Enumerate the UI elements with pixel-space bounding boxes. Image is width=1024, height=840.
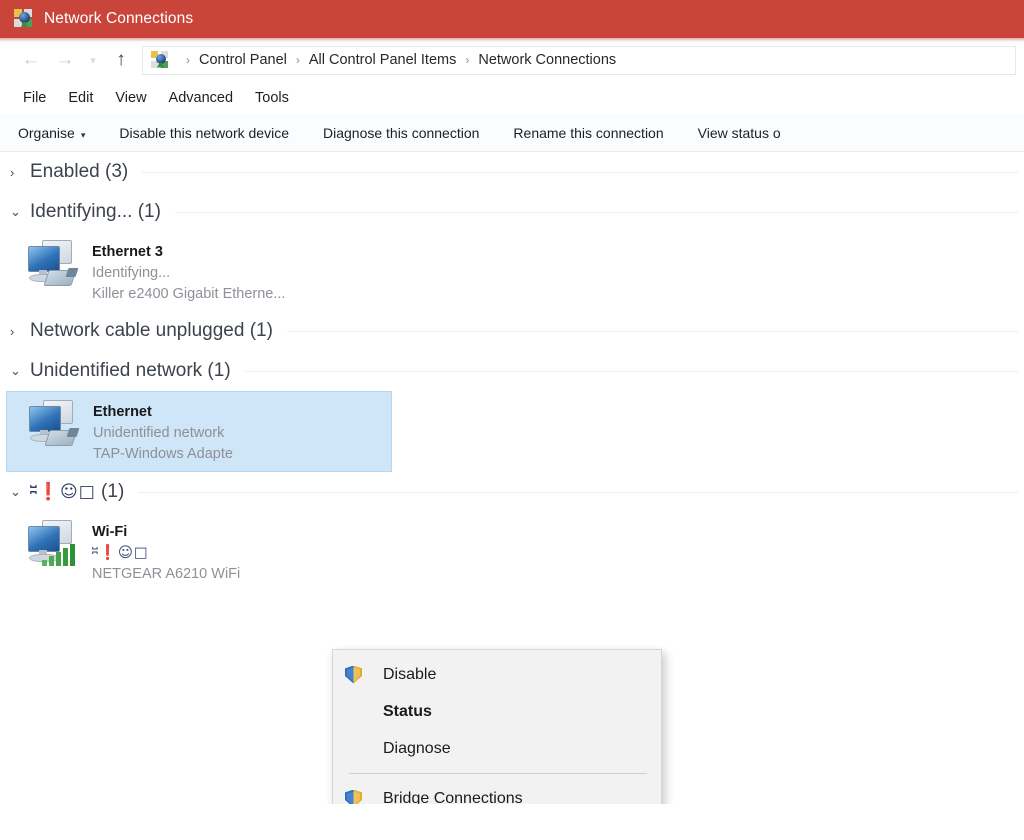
- connection-status: Identifying...: [92, 263, 285, 284]
- context-menu-label: Bridge Connections: [383, 790, 523, 805]
- menu-tools[interactable]: Tools: [244, 87, 300, 109]
- chevron-down-icon[interactable]: ⌄: [10, 363, 30, 379]
- chevron-right-icon[interactable]: ›: [10, 324, 30, 339]
- group-label: ⎶❗☺□ (1): [30, 481, 124, 503]
- connection-name: Ethernet: [93, 402, 233, 423]
- organise-button[interactable]: Organise ▾: [18, 125, 85, 141]
- window-titlebar: Network Connections: [0, 0, 1024, 38]
- group-rule: [175, 212, 1018, 213]
- context-menu-item-bridge-connections[interactable]: Bridge Connections: [333, 780, 661, 804]
- address-bar[interactable]: › Control Panel › All Control Panel Item…: [142, 46, 1016, 75]
- chevron-right-icon[interactable]: ›: [10, 165, 30, 180]
- menu-bar: File Edit View Advanced Tools: [0, 82, 1024, 114]
- connection-status: Unidentified network: [93, 423, 233, 444]
- breadcrumb-control-panel[interactable]: Control Panel: [199, 52, 287, 68]
- list-item[interactable]: Ethernet 3 Identifying... Killer e2400 G…: [6, 232, 392, 311]
- group-header-network-cable-unplugged[interactable]: › Network cable unplugged (1): [0, 311, 1024, 351]
- group-header-unidentified-network[interactable]: ⌄ Unidentified network (1): [0, 351, 1024, 391]
- arrow-left-icon[interactable]: ←: [14, 45, 48, 75]
- breadcrumb-all-control-panel-items[interactable]: All Control Panel Items: [309, 52, 456, 68]
- group-header-wifi-ssid[interactable]: ⌄ ⎶❗☺□ (1): [0, 472, 1024, 512]
- address-network-icon: [151, 51, 170, 70]
- connection-name: Wi-Fi: [92, 522, 240, 543]
- ethernet-adapter-icon: [23, 398, 85, 454]
- group-label: Identifying... (1): [30, 201, 161, 223]
- ssid-emoji-label: ⎶❗☺□: [30, 482, 96, 502]
- breadcrumb-separator: ›: [465, 53, 469, 67]
- breadcrumb-separator: ›: [186, 53, 190, 67]
- context-menu-item-status[interactable]: Status: [333, 693, 661, 730]
- context-menu-label: Status: [383, 703, 432, 721]
- organise-label: Organise: [18, 125, 75, 141]
- group-count-label: (1): [101, 481, 124, 502]
- menu-file[interactable]: File: [12, 87, 57, 109]
- group-label: Unidentified network (1): [30, 360, 231, 382]
- command-bar: Organise ▾ Disable this network device Di…: [0, 114, 1024, 152]
- context-menu-item-disable[interactable]: Disable: [333, 656, 661, 693]
- group-rule: [245, 371, 1018, 372]
- shield-icon: [345, 790, 383, 805]
- chevron-down-icon: ▾: [81, 130, 86, 140]
- arrow-right-icon[interactable]: →: [48, 45, 82, 75]
- ssid-emoji-label: ⎶❗☺□: [92, 545, 149, 561]
- chevron-down-icon[interactable]: ▾: [82, 45, 104, 75]
- window-title: Network Connections: [44, 10, 193, 28]
- context-menu-separator: [349, 773, 647, 774]
- breadcrumb-separator: ›: [296, 53, 300, 67]
- group-label: Enabled (3): [30, 161, 128, 183]
- group-label: Network cable unplugged (1): [30, 320, 273, 342]
- menu-edit[interactable]: Edit: [57, 87, 104, 109]
- group-header-enabled[interactable]: › Enabled (3): [0, 152, 1024, 192]
- connection-device: NETGEAR A6210 WiFi: [92, 564, 240, 585]
- connection-name: Ethernet 3: [92, 242, 285, 263]
- group-rule: [287, 331, 1018, 332]
- context-menu: Disable Status Diagnose Bridge Connectio…: [332, 649, 662, 804]
- group-header-identifying[interactable]: ⌄ Identifying... (1): [0, 192, 1024, 232]
- connection-device: Killer e2400 Gigabit Etherne...: [92, 284, 285, 305]
- arrow-up-icon[interactable]: ↑: [104, 45, 138, 75]
- menu-view[interactable]: View: [104, 87, 157, 109]
- rename-connection-button[interactable]: Rename this connection: [513, 125, 663, 141]
- chevron-down-icon[interactable]: ⌄: [10, 204, 30, 220]
- network-connections-icon: [14, 9, 34, 29]
- context-menu-label: Disable: [383, 666, 436, 684]
- view-status-button[interactable]: View status o: [698, 125, 781, 141]
- group-rule: [138, 492, 1018, 493]
- diagnose-connection-button[interactable]: Diagnose this connection: [323, 125, 479, 141]
- menu-advanced[interactable]: Advanced: [158, 87, 245, 109]
- wifi-adapter-icon: [22, 518, 84, 574]
- connections-list: › Enabled (3) ⌄ Identifying... (1) Ether…: [0, 152, 1024, 804]
- disable-network-device-button[interactable]: Disable this network device: [119, 125, 289, 141]
- list-item-selected[interactable]: Ethernet Unidentified network TAP-Window…: [6, 391, 392, 472]
- context-menu-label: Diagnose: [383, 740, 451, 758]
- ethernet-adapter-icon: [22, 238, 84, 294]
- context-menu-item-diagnose[interactable]: Diagnose: [333, 730, 661, 767]
- shield-icon: [345, 666, 383, 684]
- chevron-down-icon[interactable]: ⌄: [10, 484, 30, 500]
- list-item[interactable]: Wi-Fi ⎶❗☺□ NETGEAR A6210 WiFi: [6, 512, 392, 591]
- connection-status: ⎶❗☺□: [92, 543, 240, 564]
- address-bar-row: ← → ▾ ↑ › Control Panel › All Control Pa…: [0, 38, 1024, 82]
- connection-device: TAP-Windows Adapte: [93, 444, 233, 465]
- group-rule: [142, 172, 1018, 173]
- breadcrumb-network-connections[interactable]: Network Connections: [478, 52, 616, 68]
